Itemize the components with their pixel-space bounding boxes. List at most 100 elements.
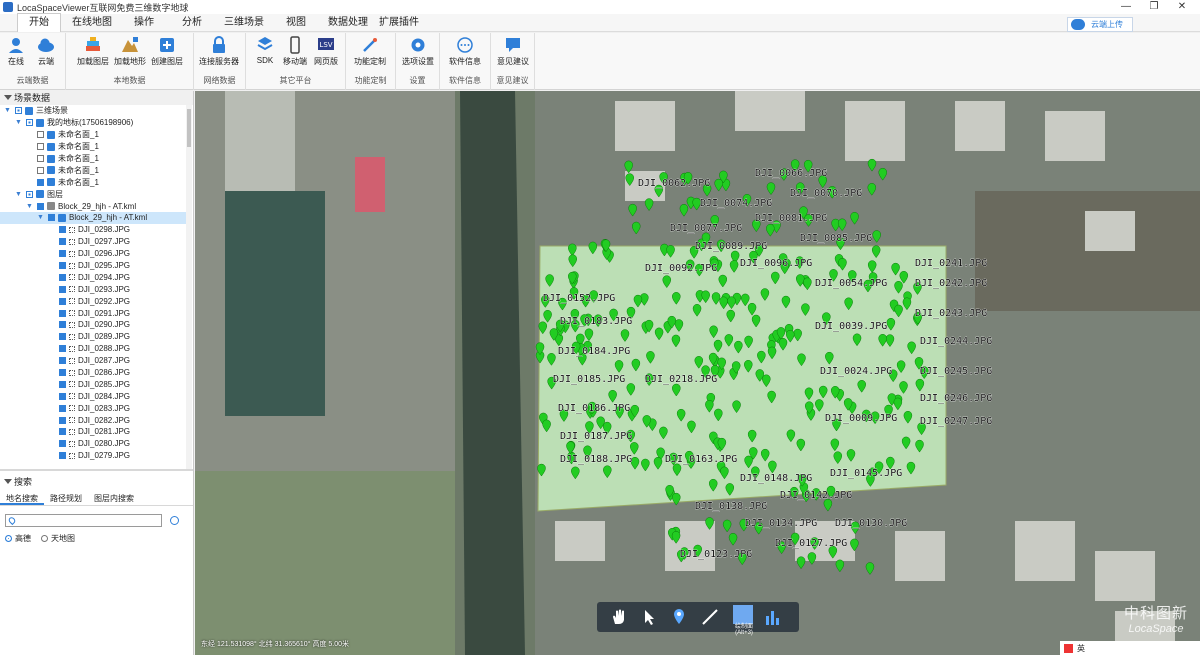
- tree-checkbox[interactable]: [59, 250, 66, 258]
- tab-route-plan[interactable]: 路径规划: [44, 492, 88, 505]
- tree-node[interactable]: DJI_0291.JPG: [0, 307, 186, 319]
- collapse-icon[interactable]: ▼: [15, 119, 22, 126]
- tree-node[interactable]: DJI_0286.JPG: [0, 367, 186, 379]
- tree-checkbox[interactable]: [59, 345, 66, 353]
- tree-node[interactable]: DJI_0282.JPG: [0, 414, 186, 426]
- search-icon[interactable]: [170, 516, 179, 525]
- tree-node[interactable]: 未命名面_1: [0, 129, 186, 141]
- pin-icon[interactable]: [669, 607, 689, 627]
- tree-node[interactable]: DJI_0296.JPG: [0, 248, 186, 260]
- maximize-button[interactable]: ❐: [1140, 0, 1168, 14]
- tree-checkbox[interactable]: [26, 119, 33, 127]
- tree-node[interactable]: ▼ 我的地标(17506198906): [0, 117, 186, 129]
- tree-checkbox[interactable]: [59, 392, 66, 400]
- tree-node[interactable]: DJI_0280.JPG: [0, 438, 186, 450]
- tree-node[interactable]: 未命名面_1: [0, 153, 186, 165]
- tree-checkbox[interactable]: [59, 357, 66, 365]
- tree-node[interactable]: ▼ Block_29_hjh - AT.kml: [0, 200, 186, 212]
- tree-checkbox[interactable]: [37, 166, 44, 174]
- tree-checkbox[interactable]: [59, 452, 66, 460]
- connect-server-button[interactable]: 连接服务器: [199, 36, 239, 67]
- tree-checkbox[interactable]: [59, 238, 66, 246]
- tree-checkbox[interactable]: [59, 428, 66, 436]
- mobile-button[interactable]: 移动端: [283, 36, 307, 67]
- create-layer-button[interactable]: 创建图层: [151, 36, 183, 67]
- ime-language[interactable]: 英: [1077, 643, 1085, 654]
- polygon-draw-icon[interactable]: [733, 605, 753, 624]
- tab-layer-search[interactable]: 图层内搜索: [88, 492, 140, 505]
- tree-node[interactable]: 未命名面_1: [0, 164, 186, 176]
- tree-checkbox[interactable]: [59, 380, 66, 388]
- online-button[interactable]: 在线: [7, 36, 25, 67]
- scrollbar-thumb[interactable]: [187, 109, 191, 147]
- tree-checkbox[interactable]: [59, 226, 66, 234]
- tree-checkbox[interactable]: [59, 333, 66, 341]
- tree-checkbox[interactable]: [26, 190, 33, 198]
- tree-node[interactable]: DJI_0289.JPG: [0, 331, 186, 343]
- tree-checkbox[interactable]: [15, 107, 22, 115]
- tree-checkbox[interactable]: [48, 214, 55, 222]
- tree-node[interactable]: DJI_0293.JPG: [0, 283, 186, 295]
- tree-checkbox[interactable]: [59, 369, 66, 377]
- map-canvas[interactable]: DJI_0066.JPG DJI_0062.JPG DJI_0070.JPG DJI_…: [195, 91, 1200, 655]
- tree-node[interactable]: 未命名面_1: [0, 176, 186, 188]
- tree-node[interactable]: DJI_0288.JPG: [0, 343, 186, 355]
- feedback-button[interactable]: 意见建议: [497, 36, 529, 67]
- tab-extensions[interactable]: 扩展插件: [379, 14, 430, 32]
- tree-node[interactable]: DJI_0287.JPG: [0, 355, 186, 367]
- hand-icon[interactable]: [609, 607, 629, 627]
- tab-place-search[interactable]: 地名搜索: [0, 492, 44, 505]
- line-icon[interactable]: [700, 607, 720, 627]
- tab-data-processing[interactable]: 数据处理: [317, 14, 379, 32]
- options-button[interactable]: 选项设置: [402, 36, 434, 67]
- tree-node[interactable]: DJI_0298.JPG: [0, 224, 186, 236]
- tab-analysis[interactable]: 分析: [171, 14, 213, 32]
- load-terrain-button[interactable]: 加载地形: [114, 36, 146, 67]
- tree-node[interactable]: DJI_0295.JPG: [0, 260, 186, 272]
- tree-node[interactable]: DJI_0285.JPG: [0, 378, 186, 390]
- web-version-button[interactable]: LSV 网页版: [314, 36, 338, 67]
- pointer-icon[interactable]: [639, 607, 659, 627]
- tree-checkbox[interactable]: [59, 404, 66, 412]
- tree-checkbox[interactable]: [59, 262, 66, 270]
- customize-button[interactable]: 功能定制: [354, 36, 386, 67]
- tree-node[interactable]: ▼ Block_29_hjh - AT.kml: [0, 212, 186, 224]
- collapse-icon[interactable]: ▼: [4, 107, 11, 114]
- tree-checkbox[interactable]: [59, 297, 66, 305]
- collapse-icon[interactable]: ▼: [26, 203, 33, 210]
- tree-checkbox[interactable]: [37, 131, 44, 139]
- tab-operate[interactable]: 操作: [123, 14, 165, 32]
- tree-node[interactable]: DJI_0284.JPG: [0, 390, 186, 402]
- collapse-icon[interactable]: ▼: [15, 191, 22, 198]
- tree-node[interactable]: 未命名面_1: [0, 141, 186, 153]
- tree-node[interactable]: DJI_0297.JPG: [0, 236, 186, 248]
- cloud-button[interactable]: 云端: [37, 36, 55, 67]
- tree-checkbox[interactable]: [37, 178, 44, 186]
- minimize-button[interactable]: —: [1112, 0, 1140, 14]
- search-input[interactable]: [5, 514, 162, 527]
- tree-checkbox[interactable]: [59, 416, 66, 424]
- tree-node[interactable]: DJI_0290.JPG: [0, 319, 186, 331]
- tree-node[interactable]: DJI_0294.JPG: [0, 271, 186, 283]
- tree-node[interactable]: DJI_0283.JPG: [0, 402, 186, 414]
- tree-scrollbar[interactable]: [186, 105, 192, 469]
- tab-view[interactable]: 视图: [275, 14, 317, 32]
- radio-gaode[interactable]: [5, 535, 12, 542]
- tree-checkbox[interactable]: [59, 273, 66, 281]
- tree-checkbox[interactable]: [59, 309, 66, 317]
- tree-checkbox[interactable]: [59, 321, 66, 329]
- tree-checkbox[interactable]: [37, 143, 44, 151]
- map-viewport[interactable]: DJI_0066.JPG DJI_0062.JPG DJI_0070.JPG DJI_…: [195, 91, 1200, 655]
- tree-node[interactable]: DJI_0279.JPG: [0, 450, 186, 462]
- tab-3d-scene[interactable]: 三维场景: [213, 14, 275, 32]
- tree-node[interactable]: DJI_0292.JPG: [0, 295, 186, 307]
- tree-checkbox[interactable]: [59, 440, 66, 448]
- tree-node[interactable]: DJI_0281.JPG: [0, 426, 186, 438]
- software-info-button[interactable]: 软件信息: [449, 36, 481, 67]
- close-button[interactable]: ✕: [1168, 0, 1196, 14]
- panel-divider[interactable]: [0, 469, 193, 471]
- tree-checkbox[interactable]: [37, 155, 44, 162]
- tab-online-map[interactable]: 在线地图: [61, 14, 123, 32]
- radio-tianditu[interactable]: [41, 535, 48, 542]
- search-header[interactable]: 搜索: [0, 475, 193, 489]
